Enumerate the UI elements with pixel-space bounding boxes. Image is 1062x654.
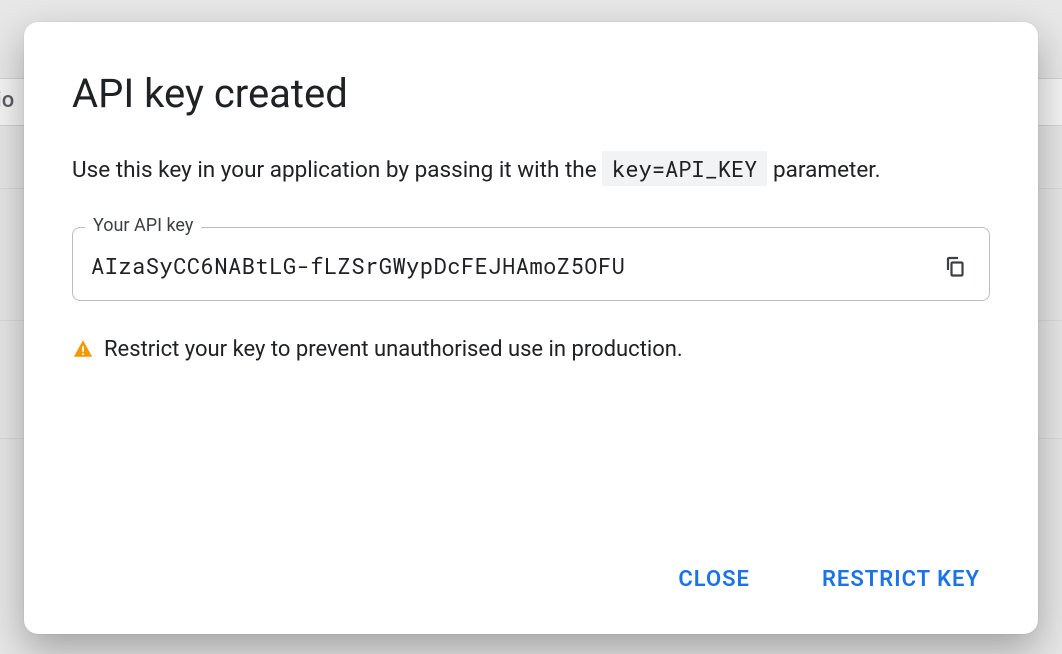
dialog-description-suffix: parameter. xyxy=(773,157,880,183)
dialog-description: Use this key in your application by pass… xyxy=(72,153,990,187)
api-key-field-label: Your API key xyxy=(85,215,201,236)
restrict-warning-text: Restrict your key to prevent unauthorise… xyxy=(104,337,683,362)
dialog-description-prefix: Use this key in your application by pass… xyxy=(72,157,602,183)
api-key-field-row: AIzaSyCC6NABtLG-fLZSrGWypDcFEJHAmoZ5OFU xyxy=(91,250,971,282)
dialog-title: API key created xyxy=(72,70,990,117)
api-key-created-dialog: API key created Use this key in your app… xyxy=(24,22,1038,634)
api-key-value[interactable]: AIzaSyCC6NABtLG-fLZSrGWypDcFEJHAmoZ5OFU xyxy=(91,251,925,280)
restrict-warning-row: Restrict your key to prevent unauthorise… xyxy=(72,337,990,362)
copy-icon xyxy=(943,254,967,278)
dialog-description-param-code: key=API_KEY xyxy=(602,151,767,186)
dialog-spacer xyxy=(72,362,990,559)
copy-api-key-button[interactable] xyxy=(939,250,971,282)
dialog-actions: CLOSE RESTRICT KEY xyxy=(72,559,990,600)
restrict-key-button[interactable]: RESTRICT KEY xyxy=(812,559,990,600)
warning-icon xyxy=(72,338,94,360)
close-button[interactable]: CLOSE xyxy=(668,559,760,600)
api-key-field: Your API key AIzaSyCC6NABtLG-fLZSrGWypDc… xyxy=(72,227,990,301)
